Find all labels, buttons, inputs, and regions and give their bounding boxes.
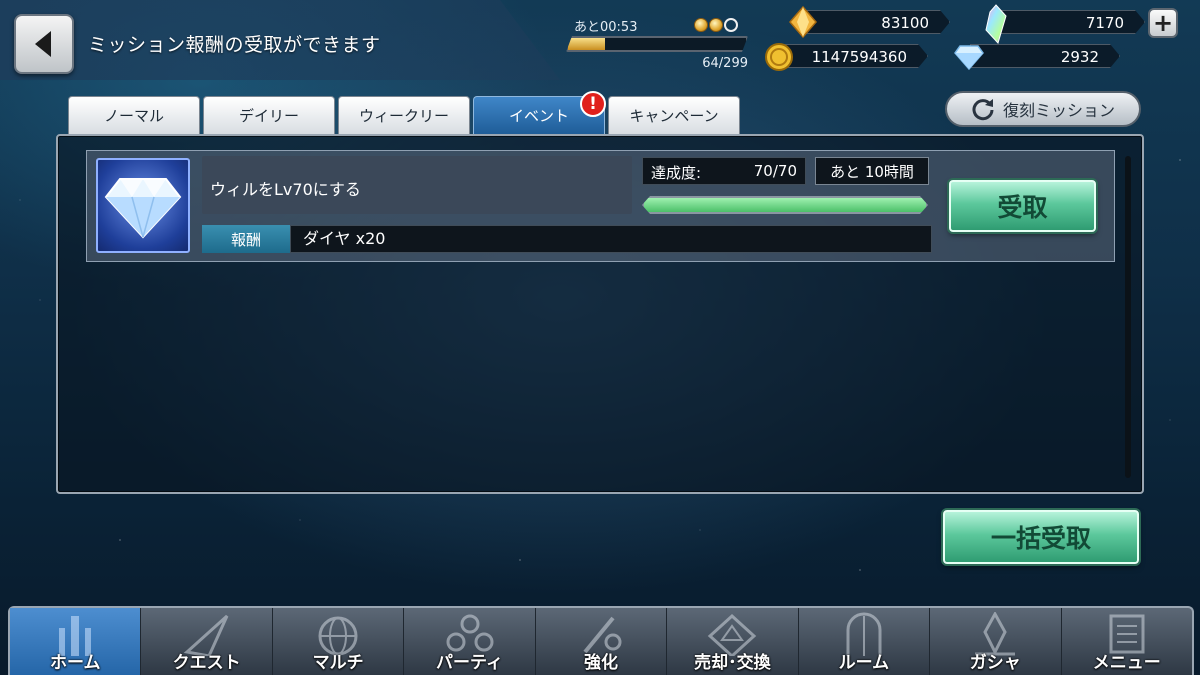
nav-label: ホーム bbox=[49, 653, 101, 673]
nav-room[interactable]: ルーム bbox=[799, 608, 931, 675]
tab-normal[interactable]: ノーマル bbox=[68, 96, 200, 134]
diamond-icon bbox=[104, 177, 182, 238]
orb-full-icon bbox=[709, 18, 723, 32]
rainbow-crystal-icon bbox=[985, 4, 1007, 44]
coin-value: 1147594360 bbox=[811, 48, 907, 66]
stamina-panel: あと00:53 64/299 bbox=[566, 14, 752, 76]
progress-label: 達成度: bbox=[651, 164, 702, 182]
nav-multi[interactable]: マルチ bbox=[273, 608, 405, 675]
progress-value: 70/70 bbox=[753, 162, 797, 180]
nav-label: メニュー bbox=[1092, 653, 1161, 673]
reward-label-text: 報酬 bbox=[230, 230, 261, 249]
coin-icon bbox=[765, 43, 793, 71]
mission-title: ウィルをLv70にする bbox=[210, 180, 361, 199]
page-title: ミッション報酬の受取ができます bbox=[88, 34, 381, 56]
revival-mission-button[interactable]: 復刻ミッション bbox=[945, 91, 1141, 127]
orb-full-icon bbox=[694, 18, 708, 32]
stamina-fill bbox=[568, 38, 605, 50]
nav-label: ルーム bbox=[838, 653, 890, 673]
nav-label: 売却･交換 bbox=[694, 653, 771, 673]
revival-mission-label: 復刻ミッション bbox=[1002, 101, 1115, 120]
refresh-icon bbox=[972, 99, 994, 121]
tab-label: デイリー bbox=[238, 107, 299, 125]
claim-all-button-label: 一括受取 bbox=[990, 524, 1091, 553]
claim-button[interactable]: 受取 bbox=[949, 180, 1096, 232]
diamond-icon bbox=[954, 45, 984, 70]
progress-bar-fill bbox=[644, 198, 926, 212]
stamina-bar bbox=[566, 36, 748, 52]
currency-rainbow-crystal: 7170 bbox=[1000, 10, 1145, 34]
nav-quest[interactable]: クエスト bbox=[141, 608, 273, 675]
currency-coin: 1147594360 bbox=[778, 44, 928, 68]
tab-label: キャンペーン bbox=[629, 107, 719, 125]
claim-all-button[interactable]: 一括受取 bbox=[943, 510, 1139, 564]
mission-reward-thumbnail bbox=[96, 158, 190, 253]
nav-enhance[interactable]: 強化 bbox=[536, 608, 668, 675]
back-arrow-icon bbox=[35, 31, 51, 57]
nav-label: クエスト bbox=[172, 653, 241, 673]
reward-value: ダイヤ x20 bbox=[290, 225, 932, 253]
stamina-timer: あと00:53 bbox=[574, 20, 638, 35]
nav-label: マルチ bbox=[312, 653, 364, 673]
orb-empty-icon bbox=[724, 18, 738, 32]
reward-label: 報酬 bbox=[202, 225, 290, 253]
progress-readout: 達成度: 70/70 bbox=[642, 157, 806, 185]
nav-label: パーティ bbox=[436, 653, 504, 673]
gold-crystal-value: 83100 bbox=[881, 14, 929, 32]
tab-event[interactable]: イベント ! bbox=[473, 91, 606, 134]
diamond-value: 2932 bbox=[1060, 48, 1099, 66]
stamina-count: 64/299 bbox=[702, 56, 748, 71]
currency-gold-crystal: 83100 bbox=[800, 10, 950, 34]
nav-trade[interactable]: 売却･交換 bbox=[667, 608, 799, 675]
back-button[interactable] bbox=[14, 14, 74, 74]
bottom-navigation: ホーム クエスト マルチ パーティ 強化 売却･交換 ルーム ガシャ メニュー bbox=[8, 606, 1194, 675]
tab-label: ノーマル bbox=[103, 107, 164, 125]
gold-crystal-icon bbox=[789, 6, 817, 38]
tab-daily[interactable]: デイリー bbox=[203, 96, 335, 134]
claim-button-label: 受取 bbox=[997, 193, 1048, 222]
rainbow-crystal-value: 7170 bbox=[1085, 14, 1124, 32]
currency-diamond: 2932 bbox=[970, 44, 1120, 68]
tab-label: イベント bbox=[508, 107, 569, 125]
nav-home[interactable]: ホーム bbox=[10, 608, 142, 675]
add-currency-button[interactable]: + bbox=[1148, 8, 1178, 38]
nav-label: 強化 bbox=[583, 653, 618, 673]
mission-list-scrollbar[interactable] bbox=[1125, 156, 1131, 478]
nav-menu[interactable]: メニュー bbox=[1062, 608, 1192, 675]
nav-gacha[interactable]: ガシャ bbox=[930, 608, 1062, 675]
tab-campaign[interactable]: キャンペーン bbox=[608, 96, 740, 134]
alert-badge-icon: ! bbox=[580, 91, 606, 117]
plus-icon: + bbox=[1152, 9, 1174, 37]
stamina-orbs bbox=[694, 18, 738, 32]
progress-bar bbox=[642, 196, 928, 214]
nav-party[interactable]: パーティ bbox=[404, 608, 536, 675]
time-remaining: あと 10時間 bbox=[815, 157, 929, 185]
nav-label: ガシャ bbox=[969, 653, 1021, 673]
tab-weekly[interactable]: ウィークリー bbox=[338, 96, 470, 134]
tab-label: ウィークリー bbox=[358, 107, 449, 125]
